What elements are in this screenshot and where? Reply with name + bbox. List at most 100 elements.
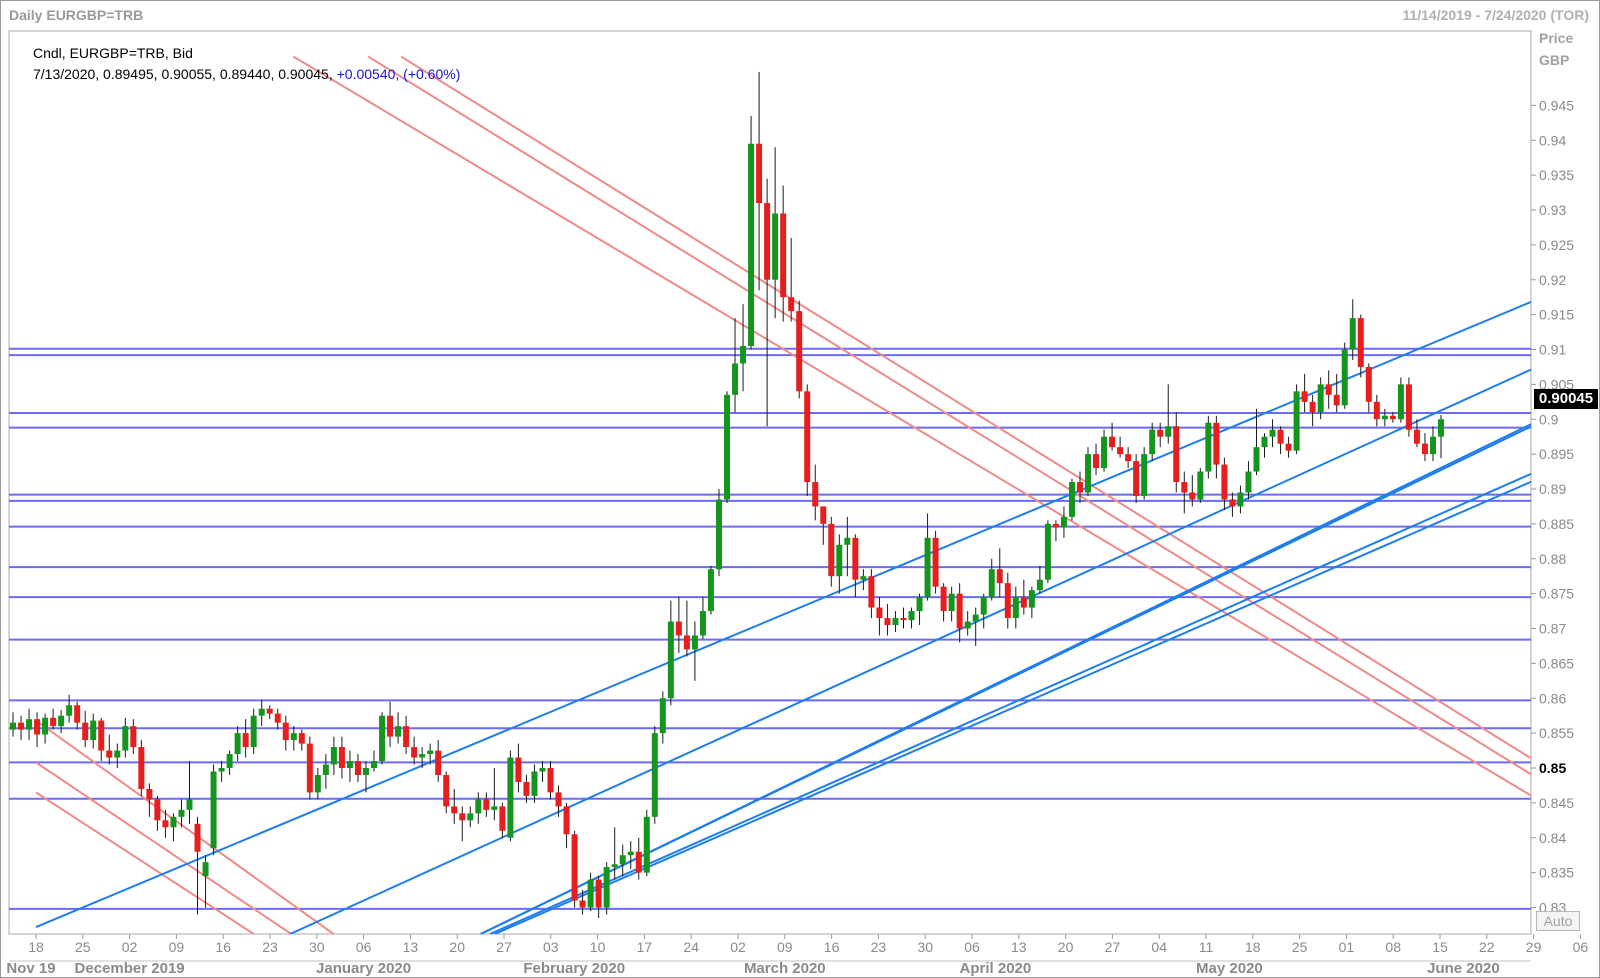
price-tick-label: 0.92 — [1539, 272, 1566, 288]
descending-trend-line — [35, 719, 336, 934]
candle-body — [419, 754, 426, 758]
candle-body — [98, 720, 105, 751]
candle-body — [154, 799, 161, 821]
candle-body — [1125, 454, 1132, 462]
candle-body — [50, 717, 57, 727]
candle-body — [724, 394, 730, 500]
candle-body — [988, 569, 995, 598]
price-tick-label: 0.925 — [1539, 237, 1574, 253]
day-tick-label: 22 — [1479, 939, 1495, 955]
candle-body — [1157, 429, 1164, 437]
candle-body — [1317, 384, 1324, 413]
legend-change: +0.00540, (+0.60%) — [336, 66, 461, 82]
day-tick-label: 20 — [1058, 939, 1074, 955]
price-chart[interactable]: 0.830.8350.840.8450.850.8550.860.8650.87… — [1, 1, 1599, 977]
candle-body — [884, 618, 891, 626]
legend-ohlc-values: 7/13/2020, 0.89495, 0.90055, 0.89440, 0.… — [33, 66, 460, 82]
candle-body — [844, 537, 851, 545]
candle-body — [186, 799, 193, 810]
candle-body — [298, 733, 305, 744]
candle-body — [427, 750, 434, 755]
candle-body — [603, 867, 610, 908]
candle-body — [1141, 454, 1148, 496]
candle-body — [1389, 415, 1396, 420]
candle-body — [860, 576, 867, 580]
candle-body — [916, 597, 923, 612]
price-axis-title: Price — [1539, 30, 1574, 46]
candle-body — [90, 720, 97, 741]
candle-body — [595, 879, 602, 908]
candle-body — [491, 806, 498, 810]
candle-body — [467, 813, 474, 821]
candle-body — [1421, 443, 1428, 455]
candle-body — [707, 569, 714, 612]
day-tick-label: 27 — [1105, 939, 1121, 955]
candle-body — [210, 771, 217, 849]
candle-body — [964, 621, 971, 629]
candle-body — [178, 809, 185, 817]
candle-body — [812, 482, 819, 507]
candle-body — [18, 722, 25, 730]
price-tick-label: 0.835 — [1539, 865, 1574, 881]
day-tick-label: 09 — [169, 939, 185, 955]
candle-body — [515, 757, 522, 782]
candle-body — [330, 747, 337, 765]
candle-body — [1036, 579, 1043, 591]
candle-body — [547, 768, 554, 793]
legend-ohlc: 7/13/2020, 0.89495, 0.90055, 0.89440, 0.… — [33, 66, 333, 82]
candle-body — [379, 715, 386, 762]
candle-body — [483, 799, 490, 810]
candle-body — [876, 607, 883, 619]
descending-trend-line — [367, 55, 1531, 776]
candle-body — [611, 864, 618, 868]
candle-body — [42, 717, 49, 735]
candle-body — [1012, 597, 1019, 619]
candle-body — [1261, 436, 1268, 448]
candle-body — [587, 879, 594, 908]
candle-body — [226, 754, 233, 768]
day-tick-label: 27 — [496, 939, 512, 955]
candle-body — [619, 855, 626, 865]
day-tick-label: 13 — [403, 939, 419, 955]
candle-body — [1197, 471, 1204, 500]
day-tick-label: 06 — [964, 939, 980, 955]
candle-body — [1229, 499, 1236, 507]
day-tick-label: 29 — [1526, 939, 1542, 955]
day-tick-label: 03 — [543, 939, 559, 955]
candle-body — [1253, 447, 1260, 472]
candle-body — [1173, 426, 1180, 483]
candle-body — [940, 586, 947, 612]
candle-body — [756, 143, 763, 204]
candle-body — [1076, 482, 1083, 493]
candle-body — [732, 363, 739, 395]
candle-body — [900, 618, 907, 621]
candle-body — [242, 733, 249, 748]
price-tick-label: 0.88 — [1539, 551, 1566, 567]
day-tick-label: 17 — [637, 939, 653, 955]
candle-body — [258, 708, 265, 716]
candle-body — [250, 715, 257, 748]
candle-body — [362, 768, 369, 775]
candle-body — [146, 788, 153, 800]
price-tick-label: 0.935 — [1539, 167, 1574, 183]
candle-body — [387, 715, 394, 737]
candle-body — [202, 862, 209, 877]
candle-body — [531, 771, 538, 796]
candle-body — [555, 792, 562, 807]
descending-trend-line — [292, 55, 1531, 797]
candle-body — [683, 635, 690, 650]
candle-body — [892, 618, 899, 626]
candle-body — [836, 544, 843, 577]
candle-body — [1044, 523, 1051, 580]
candle-body — [579, 900, 586, 908]
candle-body — [1060, 516, 1067, 528]
candle-body — [956, 593, 963, 629]
day-tick-label: 30 — [917, 939, 933, 955]
candle-body — [306, 743, 313, 793]
day-tick-label: 11 — [1199, 939, 1214, 955]
auto-scale-button[interactable]: Auto — [1536, 911, 1580, 931]
candle-body — [980, 597, 987, 615]
price-tick-label: 0.945 — [1539, 97, 1574, 113]
candle-body — [170, 816, 177, 828]
candle-body — [1205, 422, 1212, 472]
